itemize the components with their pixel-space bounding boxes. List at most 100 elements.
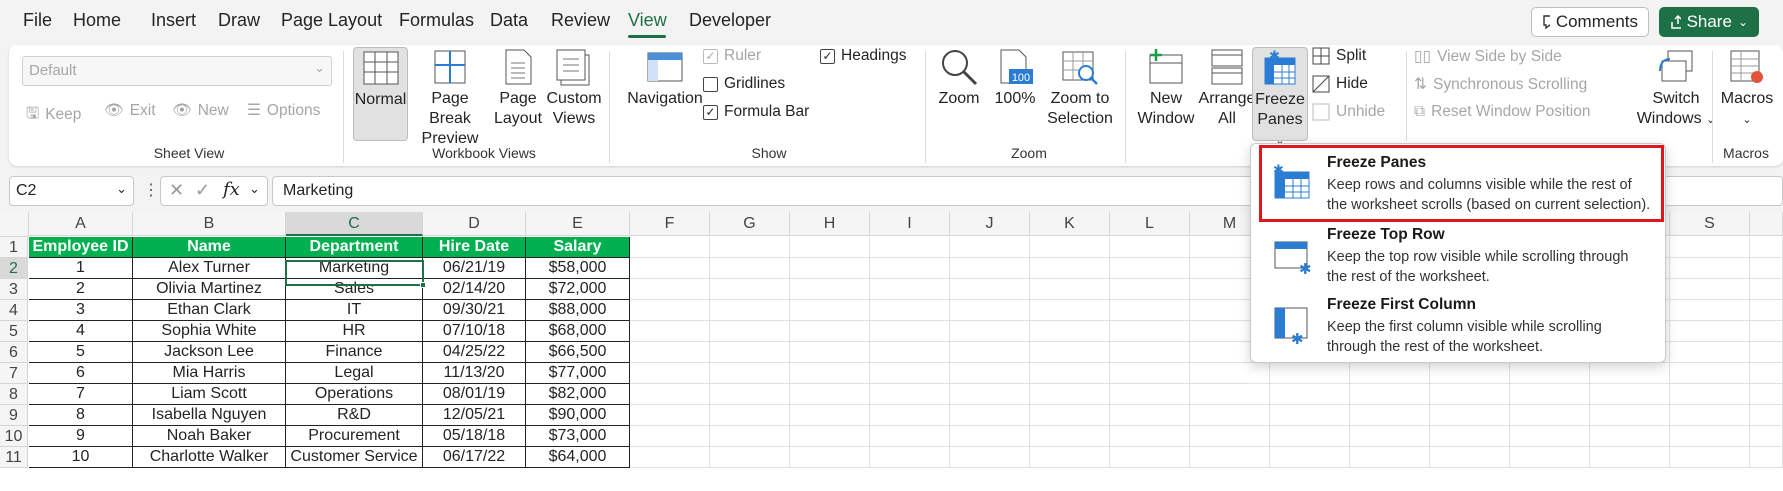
column-header[interactable]: H [790,212,870,236]
new-window-button[interactable]: New Window [1133,47,1199,129]
data-cell[interactable]: $82,000 [526,384,630,405]
insert-function-icon[interactable]: fx [223,179,240,200]
tab-view[interactable]: View [628,10,667,31]
data-cell[interactable]: 9 [29,426,133,447]
data-cell[interactable]: 02/14/20 [423,279,526,300]
headings-checkbox[interactable]: ✓ Headings [820,47,907,65]
data-cell[interactable]: 8 [29,405,133,426]
data-cell[interactable]: 12/05/21 [423,405,526,426]
zoom-button[interactable]: Zoom [934,47,984,109]
row-header[interactable]: 10 [0,426,28,447]
zoom-to-selection-button[interactable]: Zoom to Selection [1044,47,1116,129]
data-cell[interactable]: $64,000 [526,447,630,468]
tab-home[interactable]: Home [73,10,121,31]
data-cell[interactable]: IT [286,300,423,321]
data-cell[interactable]: 04/25/22 [423,342,526,363]
fill-handle[interactable] [420,282,426,288]
row-header[interactable]: 2 [0,258,28,279]
header-cell[interactable]: Hire Date [423,237,526,258]
data-cell[interactable]: 7 [29,384,133,405]
tab-review[interactable]: Review [551,10,610,31]
macros-button[interactable]: Macros ⌄ [1719,47,1775,130]
exit-button[interactable]: 👁 Exit [104,101,156,120]
freeze-panes-button[interactable]: ✱ Freeze Panes ⌄ [1252,47,1308,147]
data-cell[interactable]: $68,000 [526,321,630,342]
row-header[interactable]: 11 [0,447,28,468]
data-cell[interactable]: 07/10/18 [423,321,526,342]
data-cell[interactable]: Jackson Lee [133,342,286,363]
row-header[interactable]: 3 [0,279,28,300]
data-cell[interactable]: 4 [29,321,133,342]
header-cell[interactable]: Name [133,237,286,258]
new-view-button[interactable]: 👁 New [172,101,229,120]
name-box[interactable]: C2 ⌄ [9,176,134,206]
empty-cells[interactable] [630,447,1783,468]
column-header[interactable]: I [870,212,950,236]
column-header[interactable]: D [423,212,526,236]
zoom-100-button[interactable]: 100 100% [992,47,1038,109]
view-side-by-side-button[interactable]: ▯▯ View Side by Side [1414,47,1562,66]
header-cell[interactable]: Employee ID [29,237,133,258]
tab-data[interactable]: Data [490,10,528,31]
data-cell[interactable]: 05/18/18 [423,426,526,447]
switch-windows-button[interactable]: Switch Windows ⌄ [1636,47,1716,130]
data-cell[interactable]: 1 [29,258,133,279]
data-cell[interactable]: Legal [286,363,423,384]
comments-button[interactable]: Comments [1531,7,1649,37]
data-cell[interactable]: 08/01/19 [423,384,526,405]
gridlines-checkbox[interactable]: Gridlines [703,75,785,93]
data-cell[interactable]: $88,000 [526,300,630,321]
empty-cells[interactable] [630,426,1783,447]
data-cell[interactable]: 5 [29,342,133,363]
data-cell[interactable]: Finance [286,342,423,363]
row-header[interactable]: 1 [0,237,28,258]
formula-bar-checkbox[interactable]: ✓ Formula Bar [703,103,809,121]
tab-developer[interactable]: Developer [689,10,771,31]
keep-button[interactable]: 🖫 Keep [26,101,81,128]
more-options-icon[interactable]: ⋮ [143,180,159,200]
tab-insert[interactable]: Insert [151,10,196,31]
data-cell[interactable]: $72,000 [526,279,630,300]
column-header[interactable]: L [1110,212,1190,236]
tab-page-layout[interactable]: Page Layout [281,10,382,31]
data-cell[interactable]: Mia Harris [133,363,286,384]
column-header[interactable]: B [133,212,286,236]
hide-button[interactable]: Hide [1312,75,1368,93]
data-cell[interactable]: $73,000 [526,426,630,447]
tab-draw[interactable]: Draw [218,10,260,31]
column-header[interactable]: G [710,212,790,236]
data-cell[interactable]: R&D [286,405,423,426]
data-cell[interactable]: 6 [29,363,133,384]
data-cell[interactable]: 09/30/21 [423,300,526,321]
column-header[interactable]: A [29,212,133,236]
column-header[interactable]: S [1670,212,1750,236]
enter-check-icon[interactable]: ✓ [195,180,210,201]
column-header[interactable]: J [950,212,1030,236]
column-header[interactable]: K [1030,212,1110,236]
row-header[interactable]: 5 [0,321,28,342]
data-cell[interactable]: 06/21/19 [423,258,526,279]
data-cell[interactable]: Liam Scott [133,384,286,405]
empty-cells[interactable] [630,363,1783,384]
data-cell[interactable]: Ethan Clark [133,300,286,321]
reset-window-position-button[interactable]: ⧉ Reset Window Position [1414,103,1590,121]
row-header[interactable]: 4 [0,300,28,321]
data-cell[interactable]: $66,500 [526,342,630,363]
column-header-selected[interactable]: C [286,212,423,236]
select-all-corner[interactable] [0,212,29,237]
share-button[interactable]: Share ⌄ [1659,7,1759,37]
row-header[interactable]: 7 [0,363,28,384]
data-cell[interactable]: Alex Turner [133,258,286,279]
arrange-all-button[interactable]: Arrange All [1195,47,1259,129]
data-cell[interactable]: Operations [286,384,423,405]
column-header[interactable]: E [526,212,630,236]
data-cell[interactable]: Noah Baker [133,426,286,447]
column-header[interactable]: F [630,212,710,236]
data-cell[interactable]: Olivia Martinez [133,279,286,300]
tab-formulas[interactable]: Formulas [399,10,474,31]
data-cell[interactable]: 06/17/22 [423,447,526,468]
column-header[interactable] [1750,212,1783,236]
data-cell[interactable]: $90,000 [526,405,630,426]
ruler-checkbox[interactable]: ✓ Ruler [703,47,761,65]
freeze-top-row-option[interactable]: ✱ Freeze Top Row Keep the top row visibl… [1257,222,1661,290]
